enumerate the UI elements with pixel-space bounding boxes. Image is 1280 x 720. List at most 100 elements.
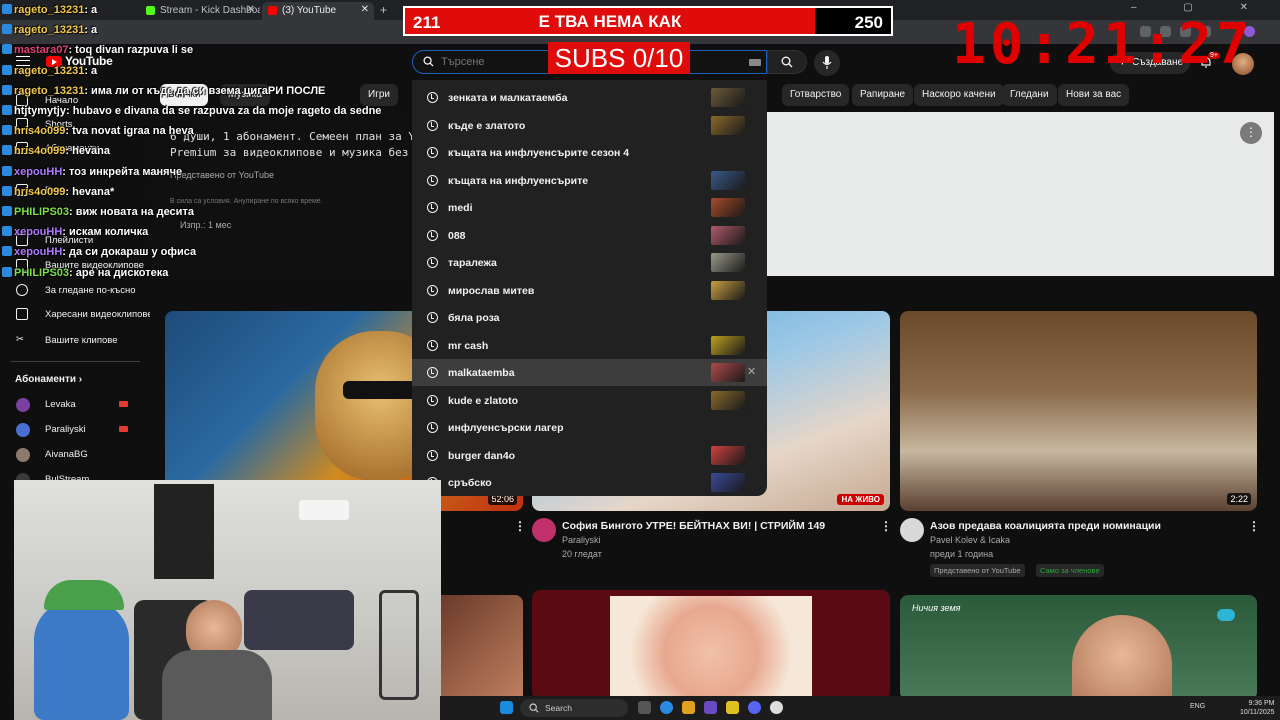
suggestion-item[interactable]: сръбско	[412, 469, 767, 496]
video-thumbnail[interactable]	[440, 595, 523, 700]
suggestion-item[interactable]: къде е златото	[412, 112, 767, 139]
app-icon[interactable]	[704, 701, 717, 714]
ad-image[interactable]	[766, 112, 1274, 276]
chat-badge-icon	[2, 4, 12, 14]
webcam-pillows	[244, 590, 354, 650]
chat-username: rageto_13231	[14, 4, 85, 16]
sidebar-sub-paraliyski[interactable]: Paraliyski	[0, 419, 150, 441]
chat-text: : a	[84, 64, 98, 77]
chip-recent[interactable]: Наскоро качени	[914, 84, 1004, 106]
suggestion-thumbnail	[711, 88, 745, 107]
live-icon	[119, 426, 128, 432]
obs-icon[interactable]	[770, 701, 783, 714]
chip-watched[interactable]: Гледани	[1002, 84, 1057, 106]
suggestion-item[interactable]: таралежа	[412, 249, 767, 276]
chat-username: xepouHH	[14, 226, 63, 239]
webcam-ac-unit	[299, 500, 349, 520]
video-title[interactable]: София Бингото УТРЕ! БЕЙТНАХ ВИ! | СТРИЙМ…	[562, 520, 825, 532]
suggestion-item[interactable]: 088	[412, 222, 767, 249]
webcam-sombrero	[44, 580, 124, 610]
thumbnail-glasses	[343, 381, 419, 399]
task-view-icon[interactable]	[638, 701, 651, 714]
language-indicator[interactable]: ENG	[1190, 703, 1205, 710]
suggestion-item[interactable]: kude e zlatoto	[412, 387, 767, 414]
windows-start-icon[interactable]	[500, 701, 513, 714]
discord-icon[interactable]	[748, 701, 761, 714]
webcam-plush	[34, 600, 129, 720]
keyboard-icon[interactable]	[749, 59, 761, 66]
chip-rap[interactable]: Рапиране	[852, 84, 914, 106]
suggestion-thumbnail	[711, 115, 745, 135]
suggestion-item[interactable]: medi	[412, 194, 767, 221]
subscriptions-heading[interactable]: Абонаменти ›	[15, 374, 82, 385]
suggestion-text: инфлуенсърски лагер	[448, 422, 564, 434]
explorer-icon[interactable]	[682, 701, 695, 714]
stream-chat: rageto_13231: a rageto_13231: a mastara07:…	[0, 0, 440, 285]
history-icon	[427, 367, 438, 378]
chat-badge-icon	[2, 105, 12, 115]
more-options-icon[interactable]: ⋮	[514, 519, 526, 533]
chat-text: : hevana*	[65, 185, 115, 198]
voice-search-button[interactable]	[814, 50, 840, 76]
suggestion-thumbnail	[711, 225, 745, 245]
channel-avatar[interactable]	[532, 518, 556, 542]
video-thumbnail[interactable]	[532, 590, 890, 700]
suggestion-item[interactable]: мирослав митев	[412, 277, 767, 304]
chat-text: : аре на дискотека	[69, 266, 169, 279]
taskbar-search[interactable]: Search	[520, 699, 628, 717]
video-title[interactable]: Азов предава коалицията преди номинации	[930, 520, 1161, 532]
chat-badge-icon	[2, 125, 12, 136]
suggestion-thumbnail	[711, 170, 745, 190]
thumbnail-image	[610, 596, 812, 700]
suggestion-item[interactable]: бяла роза	[412, 304, 767, 331]
suggestion-thumbnail	[711, 445, 745, 465]
suggestion-thumbnail	[711, 473, 745, 492]
remove-suggestion-icon[interactable]: ✕	[747, 365, 756, 378]
chat-username: xepouHH	[14, 165, 63, 178]
suggestion-item[interactable]: къщата на инфлуенсърите сезон 4	[412, 139, 767, 166]
chat-message: PHILIPS03: виж новата на десита	[2, 206, 194, 218]
video-thumbnail[interactable]: Ничия земя	[900, 595, 1257, 700]
suggestion-item[interactable]: burger dan4o	[412, 442, 767, 469]
suggestion-thumbnail	[711, 363, 745, 382]
sidebar-sub-aivanabg[interactable]: AivanaBG	[0, 444, 150, 466]
suggestion-item[interactable]: mr cash	[412, 332, 767, 359]
more-options-icon[interactable]: ⋮	[1248, 519, 1260, 533]
chip-new-for-you[interactable]: Нови за вас	[1058, 84, 1130, 106]
chat-username: rageto_13231	[14, 84, 85, 97]
search-icon	[781, 56, 793, 68]
chat-message: htjtymytjy: hubavo e divana da se razpuv…	[2, 105, 381, 117]
video-thumbnail[interactable]: 2:22	[900, 311, 1257, 511]
chat-username: PHILIPS03	[14, 206, 70, 218]
suggestion-text: къде е златото	[448, 119, 526, 132]
edge-icon[interactable]	[660, 701, 673, 714]
chat-badge-icon	[2, 84, 12, 95]
chip-cooking[interactable]: Готварство	[782, 84, 850, 106]
chat-text: : тоз инкрейта маняче	[62, 165, 183, 178]
suggestion-item[interactable]: инфлуенсърски лагер	[412, 414, 767, 441]
goal-target: 250	[854, 13, 883, 32]
chat-badge-icon	[2, 64, 12, 75]
channel-name[interactable]: Pavel Kolev & Icaka	[930, 535, 1010, 545]
scissors-icon: ✂	[16, 334, 24, 345]
history-icon	[427, 339, 438, 351]
divider	[10, 361, 140, 362]
more-options-icon[interactable]: ⋮	[1240, 122, 1262, 144]
sidebar-item-your-clips[interactable]: ✂ Вашите клипове	[0, 330, 150, 352]
channel-name[interactable]: Paraliyski	[562, 535, 601, 545]
live-badge: НА ЖИВО	[837, 494, 884, 505]
taskbar-clock[interactable]: 9:36 PM 10/11/2025	[1240, 699, 1275, 717]
chat-message: rageto_13231: a	[2, 24, 97, 36]
chat-text: : tva novat igraa na heva	[65, 125, 194, 138]
suggestion-text: kude e zlatoto	[448, 394, 519, 407]
channel-avatar[interactable]	[900, 518, 924, 542]
folder-icon[interactable]	[726, 701, 739, 714]
suggestion-item[interactable]: зенката и малкатаемба	[412, 84, 767, 111]
more-options-icon[interactable]: ⋮	[880, 519, 892, 533]
sidebar-item-liked[interactable]: Харесани видеоклипове	[0, 304, 150, 326]
search-button[interactable]	[767, 50, 807, 74]
duration-badge: 2:22	[1227, 493, 1251, 505]
sidebar-sub-levaka[interactable]: Levaka	[0, 394, 150, 416]
suggestion-item[interactable]: malkataemba ✕	[412, 359, 767, 386]
suggestion-item[interactable]: къщата на инфлуенсърите	[412, 167, 767, 194]
